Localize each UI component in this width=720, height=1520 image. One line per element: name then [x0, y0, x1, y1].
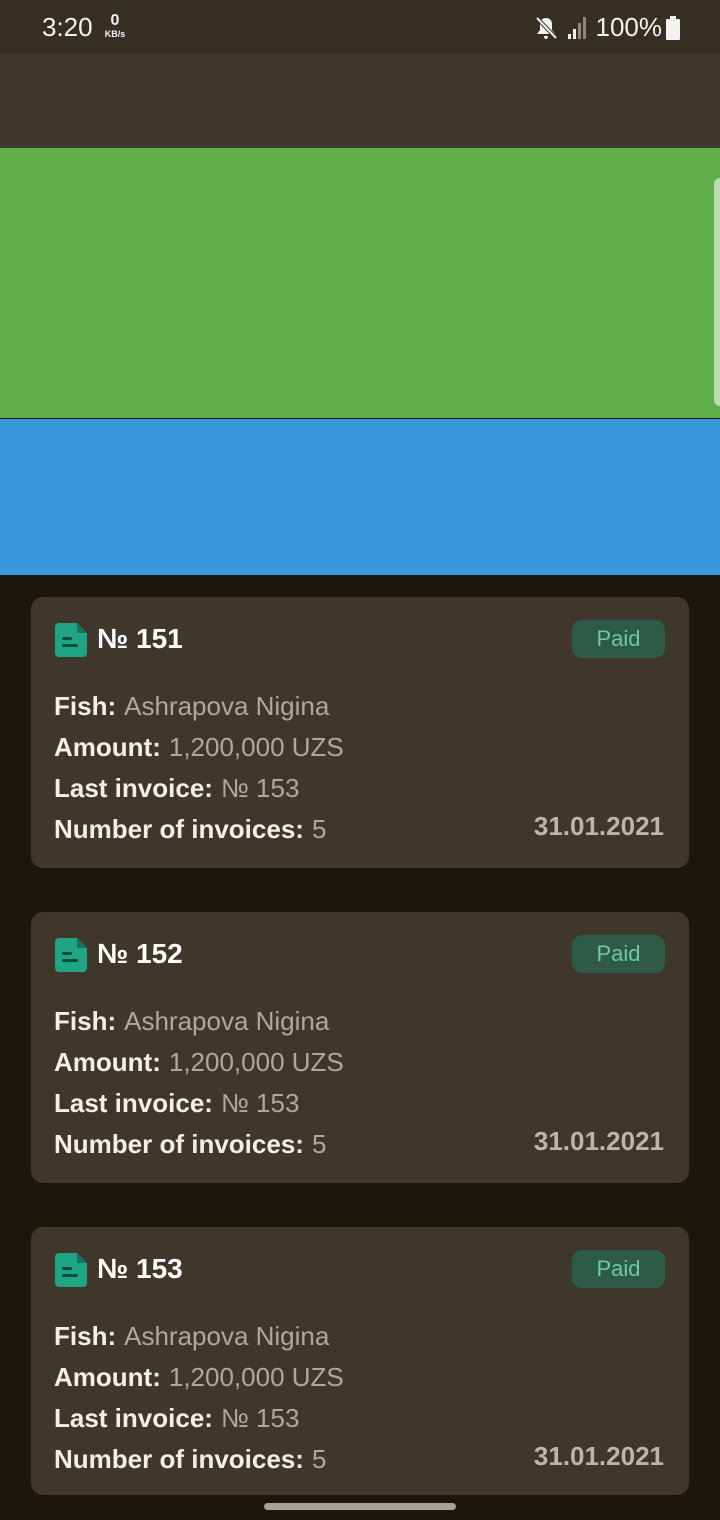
- invoice-card[interactable]: № 153 Paid Fish: Ashrapova Nigina Amount:…: [31, 1227, 689, 1495]
- signal-icon: [567, 16, 586, 39]
- invoice-count-row: Number of invoices: 5: [54, 811, 344, 852]
- amount-value: 1,200,000 UZS: [168, 1362, 344, 1392]
- status-badge: Paid: [572, 1250, 665, 1288]
- fish-label: Fish:: [54, 691, 117, 721]
- status-time: 3:20: [42, 12, 93, 42]
- app-bar: [0, 54, 720, 148]
- mute-icon: [535, 16, 557, 39]
- invoice-count-row: Number of invoices: 5: [54, 1441, 344, 1482]
- status-icons: 100%: [534, 12, 680, 43]
- last-invoice-row: Last invoice: № 153: [54, 1400, 344, 1441]
- amount-row: Amount: 1,200,000 UZS: [54, 1044, 344, 1085]
- invoice-count-row: Number of invoices: 5: [54, 1126, 344, 1167]
- invoice-number: № 153: [97, 1253, 183, 1284]
- amount-label: Amount:: [54, 1047, 161, 1077]
- fish-row: Fish: Ashrapova Nigina: [54, 1003, 344, 1044]
- battery-level: 100%: [595, 12, 663, 42]
- last-invoice-label: Last invoice:: [54, 1088, 213, 1118]
- amount-value: 1,200,000 UZS: [168, 732, 344, 762]
- last-invoice-value: № 153: [220, 1088, 300, 1118]
- invoice-count-label: Number of invoices:: [54, 814, 304, 844]
- invoice-count-label: Number of invoices:: [54, 1444, 304, 1474]
- fish-row: Fish: Ashrapova Nigina: [54, 1318, 344, 1359]
- last-invoice-value: № 153: [220, 1403, 300, 1433]
- invoice-date: 31.01.2021: [533, 1126, 664, 1156]
- fish-row: Fish: Ashrapova Nigina: [54, 688, 344, 729]
- invoice-count-value: 5: [311, 1129, 327, 1159]
- status-badge: Paid: [572, 935, 665, 973]
- invoice-count-value: 5: [311, 814, 327, 844]
- last-invoice-row: Last invoice: № 153: [54, 770, 344, 811]
- scroll-handle[interactable]: [714, 178, 720, 406]
- home-indicator[interactable]: [264, 1503, 456, 1510]
- amount-value: 1,200,000 UZS: [168, 1047, 344, 1077]
- last-invoice-value: № 153: [220, 773, 300, 803]
- status-bar: 3:20 0 KB/s 100%: [0, 0, 720, 54]
- blue-panel: [0, 419, 720, 575]
- last-invoice-label: Last invoice:: [54, 773, 213, 803]
- amount-label: Amount:: [54, 1362, 161, 1392]
- fish-value: Ashrapova Nigina: [124, 1006, 330, 1036]
- invoice-date: 31.01.2021: [533, 1441, 664, 1471]
- invoice-details: Fish: Ashrapova Nigina Amount: 1,200,000 U…: [54, 1318, 344, 1482]
- fish-value: Ashrapova Nigina: [124, 691, 330, 721]
- invoice-count-label: Number of invoices:: [54, 1129, 304, 1159]
- invoice-count-value: 5: [311, 1444, 327, 1474]
- fish-label: Fish:: [54, 1006, 117, 1036]
- invoice-card[interactable]: № 152 Paid Fish: Ashrapova Nigina Amount:…: [31, 912, 689, 1183]
- amount-label: Amount:: [54, 732, 161, 762]
- document-icon: [55, 938, 87, 972]
- status-badge: Paid: [572, 620, 665, 658]
- amount-row: Amount: 1,200,000 UZS: [54, 1359, 344, 1400]
- battery-icon: [666, 15, 680, 40]
- invoice-date: 31.01.2021: [533, 811, 664, 841]
- amount-row: Amount: 1,200,000 UZS: [54, 729, 344, 770]
- document-icon: [55, 623, 87, 657]
- invoice-details: Fish: Ashrapova Nigina Amount: 1,200,000 U…: [54, 688, 344, 852]
- network-speed-unit: KB/s: [104, 29, 126, 39]
- green-panel: [0, 148, 720, 418]
- invoice-details: Fish: Ashrapova Nigina Amount: 1,200,000 U…: [54, 1003, 344, 1167]
- fish-label: Fish:: [54, 1321, 117, 1351]
- document-icon: [55, 1253, 87, 1287]
- invoice-number: № 152: [97, 938, 183, 969]
- invoice-card[interactable]: № 151 Paid Fish: Ashrapova Nigina Amount:…: [31, 597, 689, 868]
- invoice-number: № 151: [97, 623, 183, 654]
- last-invoice-label: Last invoice:: [54, 1403, 213, 1433]
- network-speed: 0 KB/s: [101, 13, 129, 39]
- last-invoice-row: Last invoice: № 153: [54, 1085, 344, 1126]
- network-speed-value: 0: [110, 12, 120, 29]
- fish-value: Ashrapova Nigina: [124, 1321, 330, 1351]
